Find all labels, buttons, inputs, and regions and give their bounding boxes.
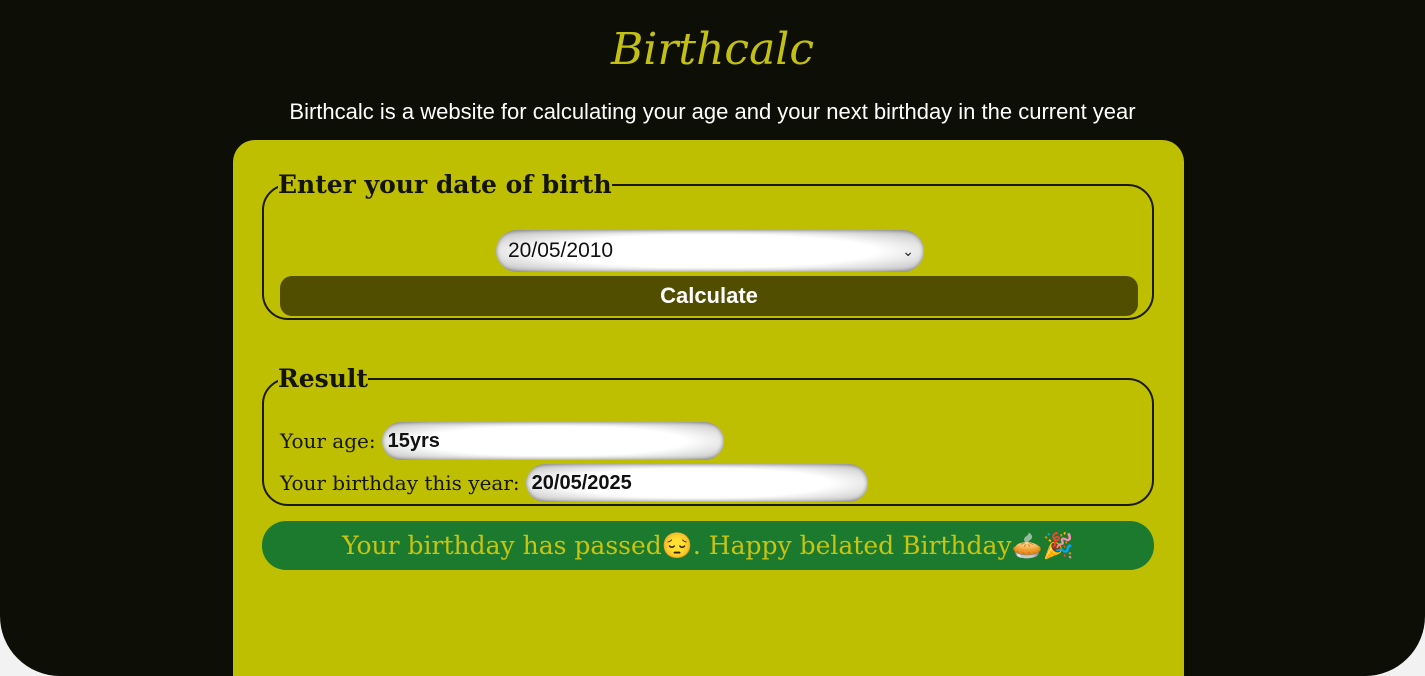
calculate-button[interactable]: Calculate	[280, 276, 1138, 316]
page-background: Birthcalc Birthcalc is a website for cal…	[0, 0, 1425, 676]
age-label: Your age:	[280, 429, 376, 453]
birthday-output-field[interactable]: 20/05/2025	[525, 464, 868, 502]
result-fieldset: Result Your age: 15yrs Your birthday thi…	[262, 364, 1154, 506]
calculator-card: Enter your date of birth 20/05/2010 ⌄ Ca…	[233, 140, 1184, 676]
page-title: Birthcalc	[610, 24, 815, 75]
age-output-field[interactable]: 15yrs	[381, 422, 724, 460]
dob-legend: Enter your date of birth	[278, 170, 612, 199]
result-legend: Result	[278, 364, 368, 393]
age-row: Your age: 15yrs	[280, 422, 724, 460]
birthday-status-banner: Your birthday has passed😔. Happy belated…	[262, 521, 1154, 570]
birthday-row: Your birthday this year: 20/05/2025	[280, 464, 868, 502]
page-subtitle: Birthcalc is a website for calculating y…	[289, 99, 1136, 124]
birthday-label: Your birthday this year:	[280, 471, 520, 495]
date-of-birth-input[interactable]: 20/05/2010 ⌄	[496, 230, 924, 272]
dob-fieldset: Enter your date of birth 20/05/2010 ⌄ Ca…	[262, 170, 1154, 320]
chevron-down-icon[interactable]: ⌄	[902, 230, 914, 272]
date-value: 20/05/2010	[508, 239, 614, 262]
